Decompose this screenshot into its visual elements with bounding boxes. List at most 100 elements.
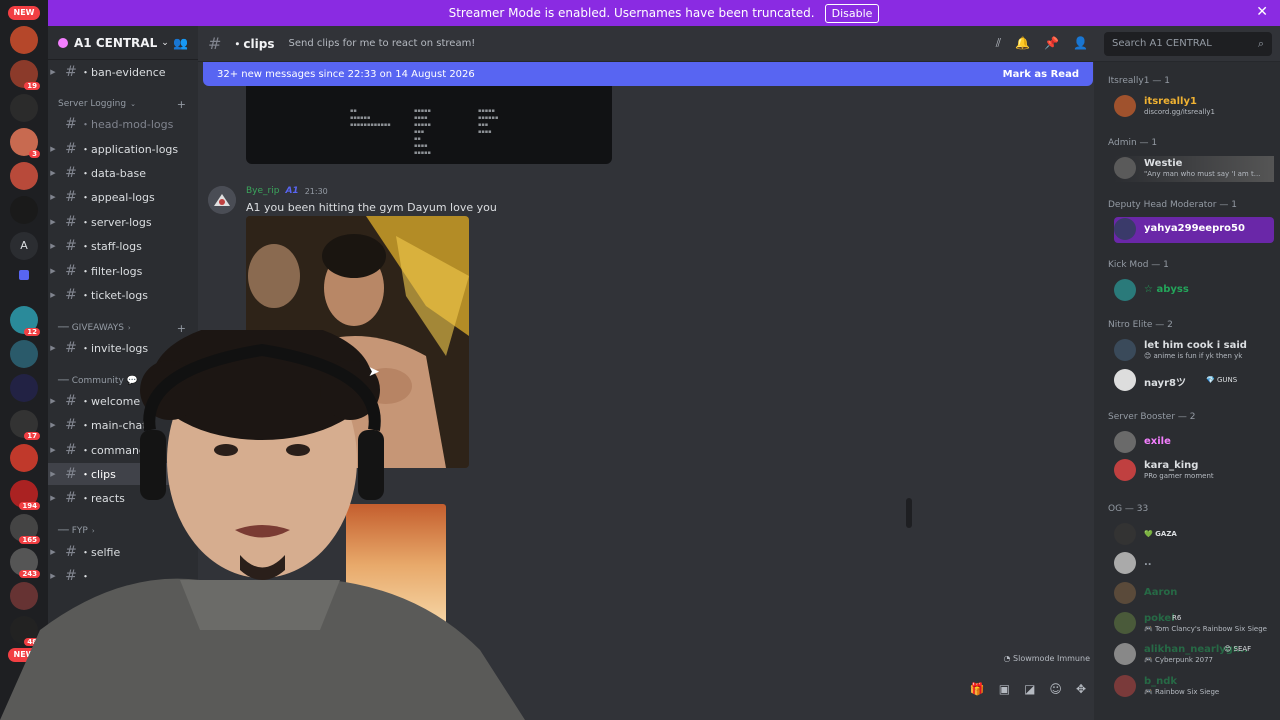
caret-icon: ▶ [50, 291, 56, 299]
caret-icon: ▶ [50, 218, 56, 226]
member-item[interactable]: Aaron [1114, 581, 1274, 607]
embed-column: ▪▪▪▪▪ ▪▪▪▪▪▪ ▪▪▪ ▪▪▪▪ [478, 108, 499, 135]
threads-icon[interactable]: ⫽ [996, 36, 1001, 51]
member-item[interactable]: pokei R6 🎮 Tom Clancy's Rainbow Six Sieg… [1114, 611, 1274, 637]
channel-header: # ・clips Send clips for me to react on s… [198, 26, 1280, 62]
add-member-icon[interactable]: 👥 [173, 36, 188, 50]
role-header: Itsreally1 — 1 [1108, 76, 1170, 86]
caret-icon: ▶ [50, 145, 56, 153]
gif-icon[interactable]: ▣ [999, 682, 1010, 696]
hash-icon: # [65, 214, 77, 230]
server-icon-3[interactable] [10, 94, 38, 122]
member-item[interactable]: .. [1114, 551, 1274, 577]
caret-icon: ▶ [50, 169, 56, 177]
hash-icon: # [65, 141, 77, 157]
hash-icon: # [65, 189, 77, 205]
channel-application-logs[interactable]: ▶ # ・application-logs [48, 138, 198, 160]
server-logo-icon [58, 37, 68, 48]
hash-icon: # [65, 165, 77, 181]
hash-icon: # [65, 263, 77, 279]
avatar [1114, 643, 1136, 665]
caret-icon: ▶ [50, 242, 56, 250]
channel-data-base[interactable]: ▶ # ・data-base [48, 162, 198, 184]
apps-icon[interactable]: ✥ [1076, 682, 1086, 696]
channel-ticket-logs[interactable]: ▶ # ・ticket-logs [48, 284, 198, 306]
server-name: A1 CENTRAL [74, 35, 158, 50]
avatar [1114, 279, 1136, 301]
banner-text: Streamer Mode is enabled. Usernames have… [448, 6, 815, 20]
channel-server-logs[interactable]: ▶ # ・server-logs [48, 211, 198, 233]
member-item[interactable]: alikhan_nearlygr... 😊 SEAF 🎮 Cyberpunk 2… [1114, 642, 1274, 668]
caret-icon: ▶ [50, 193, 56, 201]
member-item[interactable]: let him cook i said 😊 anime is fun if yk… [1114, 338, 1274, 364]
channel-filter-logs[interactable]: ▶ # ・filter-logs [48, 260, 198, 282]
server-header[interactable]: A1 CENTRAL ⌄ 👥 [48, 26, 198, 60]
new-messages-bar[interactable]: 32+ new messages since 22:33 on 14 Augus… [203, 62, 1093, 86]
folder-icon[interactable] [19, 270, 29, 280]
message-author[interactable]: Bye_rip [246, 186, 279, 196]
avatar [1114, 552, 1136, 574]
category-server-logging[interactable]: Server Logging ⌄ + [48, 96, 198, 112]
channel-ban-evidence[interactable]: ▶ # ・ban-evidence [48, 61, 198, 83]
channel-staff-logs[interactable]: ▶ # ・staff-logs [48, 235, 198, 257]
avatar [1114, 612, 1136, 634]
avatar [1114, 218, 1136, 240]
mark-as-read-button[interactable]: Mark as Read [1003, 69, 1079, 80]
close-icon[interactable]: ✕ [1256, 4, 1268, 20]
member-item[interactable]: itsreally1 discord.gg/itsreally1 [1114, 94, 1274, 120]
server-icon-1[interactable] [10, 26, 38, 54]
search-input[interactable]: Search A1 CENTRAL ⌕ [1104, 32, 1272, 56]
server-icon-letter[interactable]: A [10, 232, 38, 260]
composer-toolbar: 🎁 ▣ ◪ ☺ ✥ [970, 682, 1086, 696]
avatar [1114, 523, 1136, 545]
message-timestamp: 21:30 [304, 186, 328, 196]
role-header: Deputy Head Moderator — 1 [1108, 200, 1237, 210]
hash-icon: # [65, 238, 77, 254]
sticker-icon[interactable]: ◪ [1024, 682, 1035, 696]
member-item[interactable]: kara_king PRo gamer moment [1114, 458, 1274, 484]
avatar [1114, 675, 1136, 697]
hash-icon: # [65, 64, 77, 80]
member-item[interactable]: nayr8ツ 💎 GUNS [1114, 368, 1274, 394]
role-header: Nitro Elite — 2 [1108, 320, 1173, 330]
avatar [1114, 369, 1136, 391]
role-header: OG — 33 [1108, 504, 1149, 514]
caret-icon: ▶ [50, 267, 56, 275]
author-tag: A1 [285, 186, 299, 196]
server-icon-5[interactable] [10, 162, 38, 190]
new-badge[interactable]: NEW [8, 6, 40, 20]
message-text: A1 you been hitting the gym Dayum love y… [246, 201, 497, 214]
avatar[interactable] [208, 186, 236, 214]
member-item[interactable]: Westie "Any man who must say 'I am t... [1114, 156, 1274, 182]
pin-icon[interactable]: 📌 [1044, 36, 1059, 51]
gift-icon[interactable]: 🎁 [970, 682, 985, 696]
role-header: Server Booster — 2 [1108, 412, 1196, 422]
hash-icon: # [65, 287, 77, 303]
hash-icon: # [65, 116, 77, 132]
channel-head-mod-logs[interactable]: # ・head-mod-logs [48, 113, 198, 135]
role-header: Admin — 1 [1108, 138, 1158, 148]
embed-preview[interactable]: ▪▪ ▪▪▪▪▪▪ ▪▪▪▪▪▪▪▪▪▪▪▪ ▪▪▪▪▪ ▪▪▪▪ ▪▪▪▪▪ ▪▪▪ ▪▪… [246, 86, 612, 164]
scrollbar-thumb[interactable] [906, 498, 912, 528]
member-item[interactable]: yahya299eepro50 [1114, 217, 1274, 243]
member-item[interactable]: b_ndk 🎮 Rainbow Six Siege [1114, 674, 1274, 700]
member-item[interactable]: exile [1114, 430, 1274, 456]
slowmode-indicator: ◔ Slowmode Immune [1003, 654, 1090, 663]
bell-icon[interactable]: 🔔 [1015, 36, 1030, 51]
hash-icon: # [208, 34, 222, 53]
message-header: Bye_rip A1 21:30 [246, 186, 328, 196]
chevron-down-icon: ⌄ [161, 37, 169, 48]
avatar [1114, 339, 1136, 361]
members-icon[interactable]: 👤 [1073, 36, 1088, 51]
caret-icon: ▶ [50, 68, 56, 76]
member-item[interactable]: ☆ abyss [1114, 278, 1274, 304]
server-icon-2[interactable]: 19 [10, 60, 40, 90]
emoji-icon[interactable]: ☺ [1049, 682, 1062, 696]
add-channel-icon[interactable]: + [177, 98, 186, 111]
member-item[interactable]: 💚 GAZA [1114, 522, 1274, 548]
server-icon-6[interactable] [10, 196, 38, 224]
mouse-cursor-icon: ➤ [368, 364, 380, 380]
server-icon-4[interactable]: 3 [10, 128, 40, 158]
channel-appeal-logs[interactable]: ▶ # ・appeal-logs [48, 186, 198, 208]
disable-button[interactable]: Disable [824, 3, 880, 23]
